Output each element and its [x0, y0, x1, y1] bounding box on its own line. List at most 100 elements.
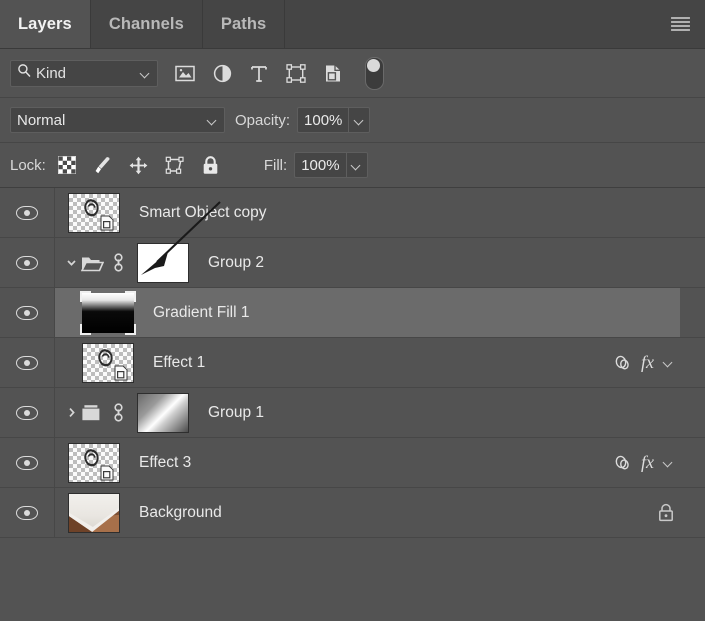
selection-corner-icon [125, 290, 136, 302]
eye-icon [16, 205, 38, 220]
tab-paths[interactable]: Paths [203, 0, 286, 48]
pixel-layer-filter-icon[interactable] [174, 62, 196, 84]
thumbnail-artwork [84, 449, 99, 467]
layer-row-body[interactable]: Effect 3 [55, 438, 680, 487]
chevron-down-icon[interactable] [663, 457, 674, 468]
layer-visibility-toggle[interactable] [0, 288, 55, 337]
layer-visibility-toggle[interactable] [0, 388, 55, 437]
layer-list: Smart Object copy Group 2 Gradient Fill … [0, 188, 705, 538]
smart-object-badge-icon [100, 215, 114, 230]
adjustment-layer-filter-icon[interactable] [211, 62, 233, 84]
layer-row-body[interactable]: Background [55, 488, 680, 537]
smart-object-filter-icon[interactable] [322, 62, 344, 84]
layer-thumbnail[interactable] [68, 442, 120, 483]
layer-name: Group 2 [208, 253, 265, 271]
layer-mask-thumbnail-wrap [132, 239, 194, 287]
layer-row-badges [658, 488, 680, 537]
lock-transparent-pixels-icon[interactable] [56, 154, 78, 176]
eye-icon [16, 455, 38, 470]
layer-name: Smart Object copy [139, 203, 267, 221]
lock-position-icon[interactable] [128, 154, 150, 176]
blend-opacity-bar: Normal Opacity: 100% [0, 98, 705, 143]
table-row[interactable]: Group 1 [0, 388, 705, 438]
thumbnail-artwork [84, 199, 99, 217]
tab-channels-label: Channels [108, 14, 184, 33]
opacity-input[interactable]: 100% [297, 107, 349, 133]
link-layers-icon[interactable] [111, 252, 126, 274]
filter-kind-select[interactable]: Kind [10, 59, 158, 87]
panel-tab-bar: Layers Channels Paths [0, 0, 705, 49]
table-row[interactable]: Background [0, 488, 705, 538]
selection-corner-icon [80, 290, 91, 302]
layer-row-badges: fx [613, 438, 680, 487]
fill-stepper-button[interactable] [345, 152, 368, 178]
layer-visibility-toggle[interactable] [0, 338, 55, 387]
layer-visibility-toggle[interactable] [0, 188, 55, 237]
layer-mask-thumbnail[interactable] [137, 242, 189, 283]
chevron-down-icon [207, 115, 218, 126]
closed-folder-icon [81, 404, 104, 422]
lock-label: Lock: [10, 156, 46, 174]
table-row[interactable]: Gradient Fill 1 [0, 288, 705, 338]
layer-thumbnail[interactable] [82, 342, 134, 383]
chevron-down-icon [354, 115, 365, 126]
lock-all-icon[interactable] [200, 154, 222, 176]
thumbnail-artwork [98, 349, 113, 367]
selection-corner-icon [80, 323, 91, 335]
eye-icon [16, 505, 38, 520]
blend-mode-value: Normal [17, 111, 66, 129]
hamburger-menu-icon [670, 17, 690, 31]
layer-row-body[interactable]: Smart Object copy [55, 188, 680, 237]
layer-row-body[interactable]: Group 1 [55, 388, 680, 437]
lock-buttons [56, 154, 222, 176]
table-row[interactable]: Effect 1 fx [0, 338, 705, 388]
table-row[interactable]: Smart Object copy [0, 188, 705, 238]
layer-thumbnail-wrap [77, 289, 139, 337]
panel-menu-button[interactable] [663, 0, 697, 48]
chevron-down-icon[interactable] [63, 256, 79, 269]
tab-channels[interactable]: Channels [91, 0, 203, 48]
opacity-stepper-button[interactable] [348, 107, 371, 133]
blend-mode-select[interactable]: Normal [10, 107, 225, 133]
layer-visibility-toggle[interactable] [0, 488, 55, 537]
chevron-down-icon[interactable] [663, 357, 674, 368]
layer-visibility-toggle[interactable] [0, 238, 55, 287]
lock-fill-bar: Lock: Fill: 100% [0, 143, 705, 188]
layer-row-body[interactable]: Gradient Fill 1 [55, 288, 680, 337]
eye-icon [16, 405, 38, 420]
lock-image-pixels-icon[interactable] [92, 154, 114, 176]
layer-effects-badge[interactable]: fx [613, 352, 654, 373]
eye-icon [16, 305, 38, 320]
chevron-down-icon [140, 68, 151, 79]
type-layer-filter-icon[interactable] [248, 62, 270, 84]
layer-row-body[interactable]: Effect 1 [55, 338, 680, 387]
table-row[interactable]: Effect 3 fx [0, 438, 705, 488]
layer-name: Gradient Fill 1 [153, 303, 250, 321]
tab-layers[interactable]: Layers [0, 0, 91, 48]
filter-type-icons [174, 56, 384, 90]
layer-visibility-toggle[interactable] [0, 438, 55, 487]
layer-mask-thumbnail-wrap [132, 389, 194, 437]
shape-layer-filter-icon[interactable] [285, 62, 307, 84]
layer-thumbnail[interactable] [68, 192, 120, 233]
layer-filter-bar: Kind [0, 49, 705, 98]
layer-mask-thumbnail[interactable] [137, 392, 189, 433]
layers-panel: Layers Channels Paths Kind Normal Opacit… [0, 0, 705, 621]
eye-icon [16, 255, 38, 270]
layer-effects-badge[interactable]: fx [613, 452, 654, 473]
layer-name: Background [139, 503, 222, 521]
layer-locked-icon [658, 503, 674, 522]
layer-row-body[interactable]: Group 2 [55, 238, 680, 287]
chevron-right-icon[interactable] [63, 406, 79, 419]
layer-thumbnail-wrap [63, 439, 125, 487]
table-row[interactable]: Group 2 [0, 238, 705, 288]
link-layers-icon[interactable] [111, 402, 126, 424]
layer-effects-icon [615, 455, 629, 469]
filter-enable-toggle[interactable] [365, 56, 384, 90]
layer-thumbnail[interactable] [68, 492, 120, 533]
fill-input[interactable]: 100% [294, 152, 346, 178]
layer-thumbnail-wrap [63, 189, 125, 237]
eye-icon [16, 355, 38, 370]
chevron-down-icon [351, 160, 362, 171]
lock-artboard-nesting-icon[interactable] [164, 154, 186, 176]
